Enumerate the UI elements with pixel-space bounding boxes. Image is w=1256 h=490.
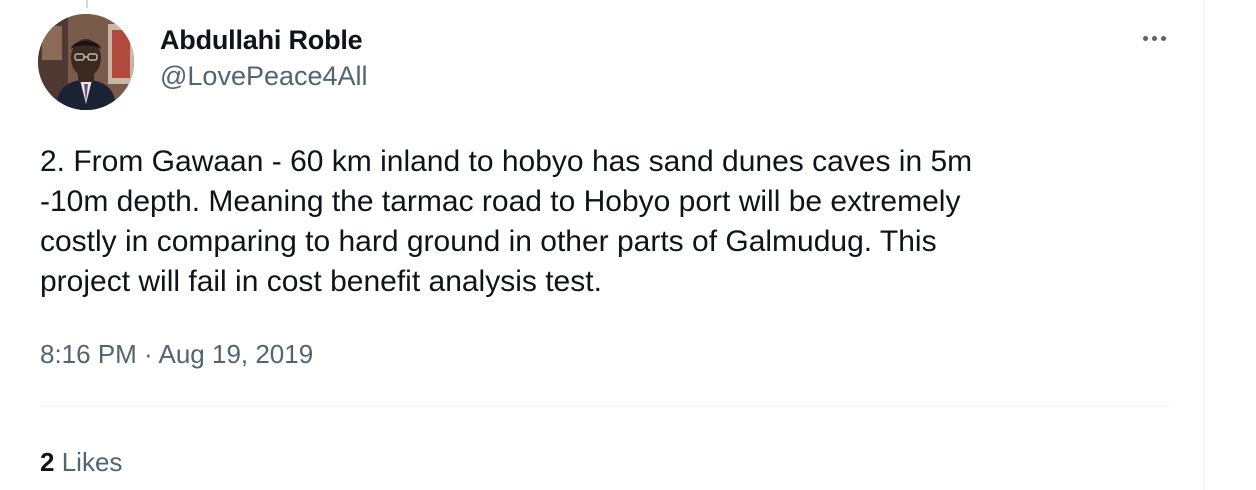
- more-dot: [1160, 35, 1166, 41]
- divider: [40, 406, 1170, 407]
- tweet-header: Abdullahi Roble @LovePeace4All: [38, 14, 1178, 110]
- tweet-text: 2. From Gawaan - 60 km inland to hobyo h…: [40, 145, 973, 298]
- likes-count: 2: [40, 447, 55, 477]
- likes-label: Likes: [61, 447, 123, 477]
- more-options-button[interactable]: [1134, 26, 1174, 50]
- tweet-timestamp[interactable]: 8:16 PM · Aug 19, 2019: [40, 336, 313, 372]
- author-handle[interactable]: @LovePeace4All: [160, 58, 368, 94]
- author-names: Abdullahi Roble @LovePeace4All: [160, 22, 368, 94]
- thread-connector-line: [86, 0, 88, 8]
- author-display-name[interactable]: Abdullahi Roble: [160, 22, 368, 58]
- column-border: [1203, 0, 1204, 490]
- more-horizontal-icon: [1142, 35, 1148, 41]
- likes-link[interactable]: 2 Likes: [40, 444, 122, 480]
- avatar[interactable]: [38, 14, 134, 110]
- avatar-photo: [38, 14, 134, 110]
- more-dot: [1151, 35, 1157, 41]
- tweet-card: Abdullahi Roble @LovePeace4All 2. From G…: [0, 0, 1256, 490]
